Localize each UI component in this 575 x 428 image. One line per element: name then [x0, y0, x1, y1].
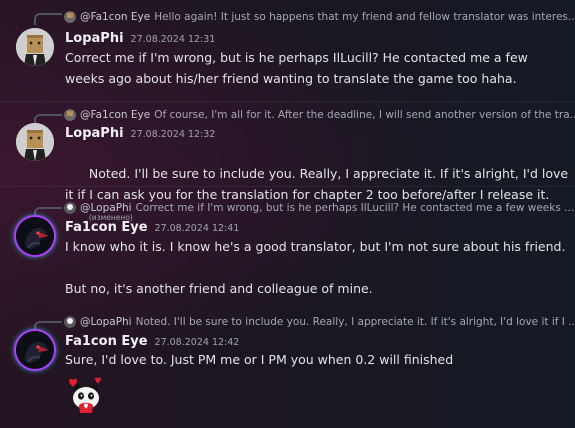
reply-text: Of course, I'm all for it. After the dea…: [154, 109, 575, 121]
reply-preview[interactable]: @LopaPhi Noted. I'll be sure to include …: [64, 313, 575, 331]
message-header: Fa1con Eye 27.08.2024 12:41: [65, 220, 239, 235]
author-name[interactable]: Fa1con Eye: [65, 220, 148, 235]
falcon-mini-avatar-icon: [64, 202, 76, 214]
reply-text: Hello again! It just so happens that my …: [154, 11, 575, 23]
crow-avatar-icon: [16, 331, 54, 369]
message-text: Correct me if I'm wrong, but is he perha…: [65, 50, 532, 86]
paper-bag-head-avatar-icon: [16, 123, 54, 161]
message-text: Sure, I'd love to. Just PM me or I PM yo…: [65, 352, 454, 367]
lopa-mini-avatar-icon: [64, 11, 76, 23]
message-text: I know who it is. I know he's a good tra…: [65, 239, 566, 296]
author-name[interactable]: Fa1con Eye: [65, 334, 148, 349]
chat-log: @Fa1con Eye Hello again! It just so happ…: [0, 0, 575, 428]
reply-preview[interactable]: @Fa1con Eye Hello again! It just so happ…: [64, 8, 575, 26]
reply-connector: [34, 13, 62, 25]
reply-author[interactable]: @LopaPhi: [80, 316, 132, 328]
avatar[interactable]: [16, 217, 54, 255]
message[interactable]: @LopaPhi Correct me if I'm wrong, but is…: [0, 186, 575, 305]
message-header: LopaPhi 27.08.2024 12:31: [65, 31, 215, 46]
message[interactable]: @Fa1con Eye Of course, I'm all for it. A…: [0, 101, 575, 222]
paper-bag-head-avatar-icon: [16, 28, 54, 66]
timestamp[interactable]: 27.08.2024 12:41: [155, 223, 240, 234]
reply-text: Correct me if I'm wrong, but is he perha…: [135, 202, 575, 214]
message[interactable]: @Fa1con Eye Hello again! It just so happ…: [0, 0, 575, 100]
crow-avatar-icon: [16, 217, 54, 255]
panda-heart-sticker-icon[interactable]: [65, 375, 107, 415]
timestamp[interactable]: 27.08.2024 12:32: [131, 129, 216, 140]
reply-text: Noted. I'll be sure to include you. Real…: [135, 316, 575, 328]
reply-author[interactable]: @Fa1con Eye: [80, 109, 150, 121]
lopa-mini-avatar-icon: [64, 109, 76, 121]
reply-author[interactable]: @LopaPhi: [80, 202, 132, 214]
timestamp[interactable]: 27.08.2024 12:42: [155, 337, 240, 348]
message[interactable]: @LopaPhi Noted. I'll be sure to include …: [0, 305, 575, 428]
avatar[interactable]: [16, 331, 54, 369]
message-header: Fa1con Eye 27.08.2024 12:42: [65, 334, 239, 349]
author-name[interactable]: LopaPhi: [65, 31, 124, 46]
avatar[interactable]: [16, 123, 54, 161]
reply-preview[interactable]: @Fa1con Eye Of course, I'm all for it. A…: [64, 106, 575, 124]
message-header: LopaPhi 27.08.2024 12:32: [65, 126, 215, 141]
author-name[interactable]: LopaPhi: [65, 126, 124, 141]
falcon-mini-avatar-icon: [64, 316, 76, 328]
reply-preview[interactable]: @LopaPhi Correct me if I'm wrong, but is…: [64, 199, 575, 217]
avatar[interactable]: [16, 28, 54, 66]
reply-author[interactable]: @Fa1con Eye: [80, 11, 150, 23]
timestamp[interactable]: 27.08.2024 12:31: [131, 34, 216, 45]
